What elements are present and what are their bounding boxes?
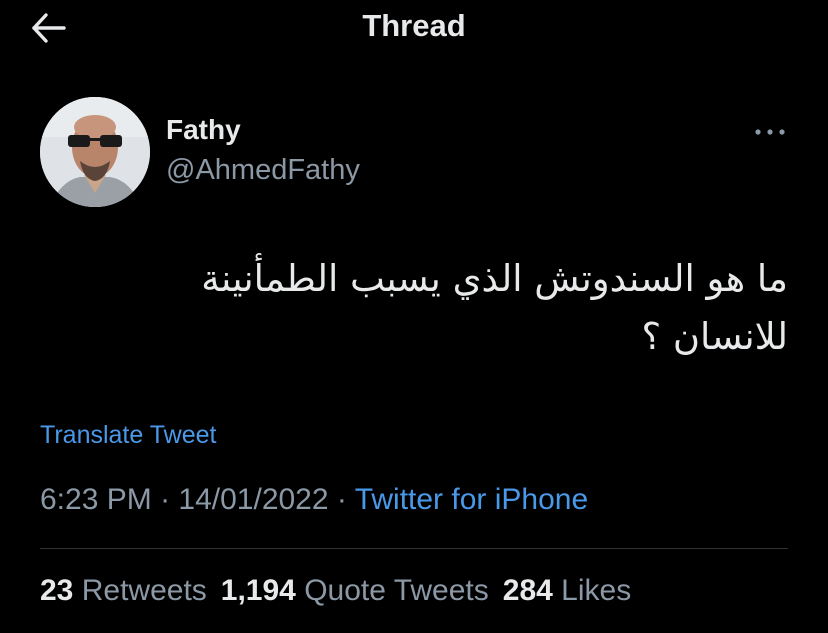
- author-handle[interactable]: @AhmedFathy: [166, 154, 360, 187]
- tweet-text-line: للانسان ؟: [641, 315, 788, 358]
- meta-separator: ·: [328, 483, 355, 516]
- tweet-source-link[interactable]: Twitter for iPhone: [355, 483, 588, 516]
- translate-tweet-link[interactable]: Translate Tweet: [40, 421, 216, 450]
- quote-tweets-stat[interactable]: 1,194 Quote Tweets: [221, 574, 489, 608]
- tweet-text-line: ما هو السندوتش الذي يسبب الطمأنينة: [201, 257, 788, 300]
- retweets-label: Retweets: [81, 574, 207, 607]
- tweet-date[interactable]: 14/01/2022: [178, 483, 328, 516]
- tweet-text: ما هو السندوتش الذي يسبب الطمأنينة للانس…: [88, 250, 788, 366]
- meta-separator: ·: [151, 483, 179, 516]
- avatar[interactable]: [40, 97, 150, 207]
- tweet-meta: 6:23 PM · 14/01/2022 · Twitter for iPhon…: [40, 483, 588, 517]
- retweets-count: 23: [40, 574, 74, 607]
- more-horizontal-icon[interactable]: [752, 120, 788, 144]
- retweets-stat[interactable]: 23 Retweets: [40, 574, 207, 608]
- divider: [40, 548, 788, 549]
- likes-stat[interactable]: 284 Likes: [503, 574, 631, 608]
- author-display-name[interactable]: Fathy: [166, 114, 241, 146]
- tweet-stats: 23 Retweets 1,194 Quote Tweets 284 Likes: [40, 574, 645, 608]
- quote-tweets-count: 1,194: [220, 574, 296, 607]
- page-title: Thread: [362, 8, 466, 43]
- avatar-photo: [40, 97, 150, 207]
- tweet-time[interactable]: 6:23 PM: [40, 483, 152, 516]
- likes-count: 284: [502, 574, 553, 607]
- likes-label: Likes: [561, 574, 632, 607]
- thread-header: Thread: [0, 0, 828, 58]
- quote-tweets-label: Quote Tweets: [304, 574, 489, 607]
